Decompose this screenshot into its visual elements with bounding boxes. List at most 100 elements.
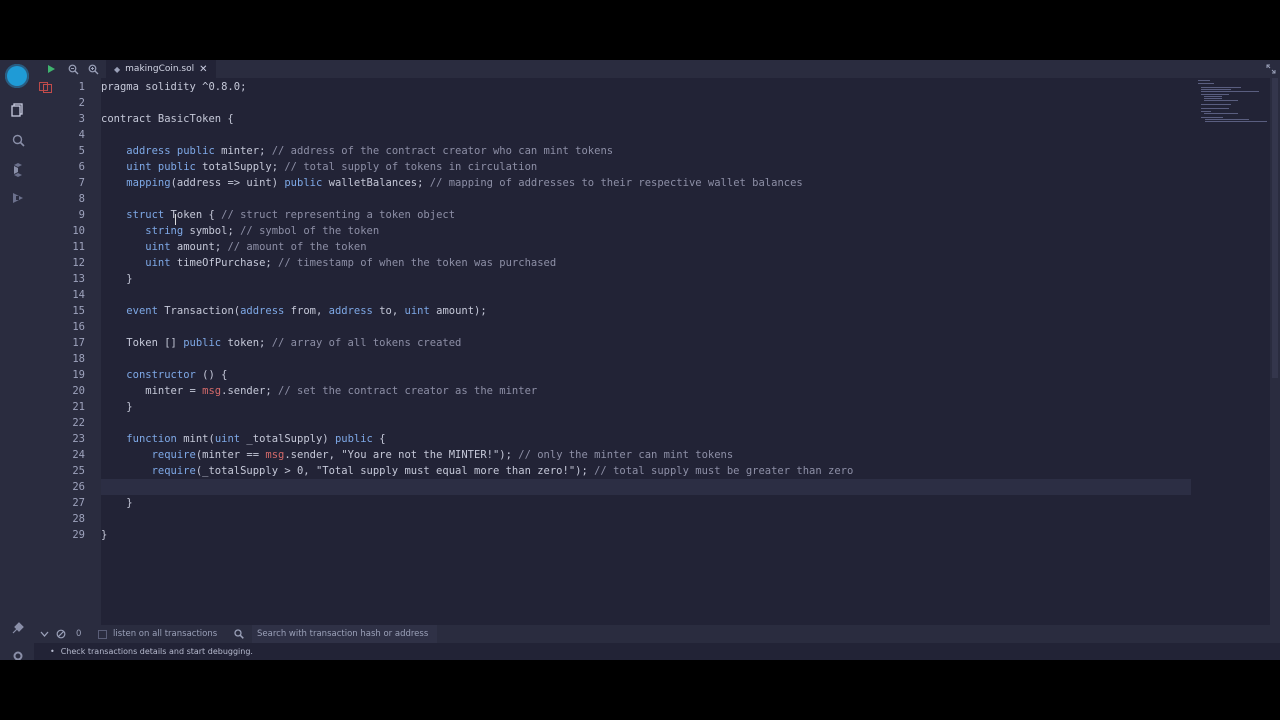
code-text: address public minter; // address of the… [126,145,614,157]
code-line[interactable]: 6 uint public totalSupply; // total supp… [79,159,1191,175]
code-text: constructor () { [126,369,228,381]
code-line[interactable]: 24 require(minter == msg.sender, "You ar… [72,447,1191,463]
terminal-message-text: Check transactions details and start deb… [60,647,253,656]
code-line[interactable]: 20 minter = msg.sender; // set the contr… [72,383,1191,399]
code-line[interactable]: 22 [72,415,1191,431]
line-number: 20 [72,385,85,397]
code-line[interactable]: 28 [72,511,1191,527]
close-tab-icon[interactable]: ✕ [199,64,207,75]
line-number: 15 [72,305,85,317]
tab-makingcoin-sol[interactable]: ◆ makingCoin.sol ✕ [106,60,216,78]
code-text: } [101,497,133,509]
code-line[interactable]: 17 Token [] public token; // array of al… [72,335,1191,351]
deploy-run-icon[interactable] [8,188,28,208]
line-number: 28 [72,513,85,525]
code-line[interactable]: 29} [72,527,1191,543]
line-number: 9 [78,209,85,221]
line-number: 26 [72,481,85,493]
zoom-out-icon[interactable] [68,60,79,78]
code-text: event Transaction(address from, address … [126,305,487,317]
line-number: 2 [78,97,85,109]
code-line[interactable]: 5 address public minter; // address of t… [79,143,1191,159]
code-line[interactable]: 25 require(_totalSupply > 0, "Total supp… [72,463,1191,479]
code-line[interactable]: 8 [79,191,1191,207]
code-text: } [101,529,108,541]
code-line[interactable]: 9 struct Token { // struct representing … [79,207,1191,223]
icon-panel [0,60,34,660]
line-number: 13 [72,273,85,285]
expand-icon[interactable] [1266,60,1276,78]
line-number: 16 [72,321,85,333]
code-line[interactable]: 7 mapping(address => uint) public wallet… [79,175,1191,191]
solidity-compiler-icon[interactable] [8,160,28,180]
checkbox-box[interactable] [98,629,107,639]
line-number: 14 [72,289,85,301]
terminal-output: • Check transactions details and start d… [34,643,1280,660]
code-line[interactable]: 23 function mint(uint _totalSupply) publ… [72,431,1191,447]
code-text: uint amount; // amount of the token [145,241,367,253]
plugin-manager-icon[interactable] [8,618,28,638]
code-editor[interactable]: 1 pragma solidity ^0.8.0; 2 3 contract Basic… [72,78,1191,618]
settings-gear-icon[interactable] [8,646,28,660]
line-number: 17 [72,337,85,349]
code-line[interactable]: 19 constructor () { [72,367,1191,383]
code-line[interactable]: 13 } [72,271,1191,287]
code-text: contract BasicToken { [101,113,234,125]
scrollbar-thumb[interactable] [1272,78,1278,378]
line-number: 29 [72,529,85,541]
line-number: 8 [78,193,85,205]
line-number: 23 [72,433,85,445]
bullet-icon: • [50,647,55,656]
remix-logo-icon[interactable] [5,64,29,88]
line-number: 1 [78,81,85,93]
terminal-message: • Check transactions details and start d… [50,643,253,660]
code-text: function mint(uint _totalSupply) public … [126,433,386,445]
editor-tab-bar: ◆ makingCoin.sol ✕ [34,60,1280,78]
code-line[interactable]: 18 [72,351,1191,367]
code-text: uint public totalSupply; // total supply… [126,161,538,173]
line-number: 24 [72,449,85,461]
editor-scrollbar[interactable] [1270,78,1280,638]
line-number: 21 [72,401,85,413]
terminal-toolbar: 0 listen on all transactions Search with… [34,625,1280,643]
tab-filename: makingCoin.sol [125,64,195,74]
transaction-search-input[interactable]: Search with transaction hash or address [252,625,437,643]
code-text: struct Token { // struct representing a … [126,209,456,221]
line-number: 25 [72,465,85,477]
line-number: 22 [72,417,85,429]
code-line[interactable]: 1 pragma solidity ^0.8.0; [79,79,1191,95]
code-line[interactable]: 4 [79,127,1191,143]
code-line[interactable]: 14 [72,287,1191,303]
search-icon [234,625,244,643]
code-line[interactable]: 12 uint timeOfPurchase; // timestamp of … [72,255,1191,271]
clear-console-icon[interactable] [56,625,66,643]
line-number: 10 [72,225,85,237]
search-placeholder: Search with transaction hash or address [257,629,429,639]
code-text: Token [] public token; // array of all t… [101,337,462,349]
file-explorer-icon[interactable] [8,100,28,120]
code-text: uint timeOfPurchase; // timestamp of whe… [145,257,557,269]
code-line[interactable]: 21 } [72,399,1191,415]
code-text: string symbol; // symbol of the token [145,225,380,237]
line-number: 4 [78,129,85,141]
code-line[interactable]: 3 contract BasicToken { [79,111,1191,127]
chevron-down-icon[interactable] [40,625,49,643]
code-line[interactable]: 16 [72,319,1191,335]
code-text: minter = msg.sender; // set the contract… [101,385,538,397]
code-line[interactable]: 11 uint amount; // amount of the token [72,239,1191,255]
code-line[interactable]: 15 event Transaction(address from, addre… [72,303,1191,319]
line-number: 5 [78,145,85,157]
listen-all-label: listen on all transactions [113,629,218,639]
code-line[interactable]: 26 [72,479,1191,495]
code-line[interactable]: 2 [79,95,1191,111]
listen-all-checkbox[interactable]: listen on all transactions [98,625,217,643]
line-number: 27 [72,497,85,509]
zoom-in-icon[interactable] [88,60,99,78]
pending-tx-count: 0 [76,629,82,639]
line-number: 18 [72,353,85,365]
search-icon[interactable] [8,130,28,150]
code-line[interactable]: 10 string symbol; // symbol of the token [72,223,1191,239]
minimap[interactable] [1192,78,1270,138]
code-line[interactable]: 27 } [72,495,1191,511]
run-script-icon[interactable] [46,60,56,78]
